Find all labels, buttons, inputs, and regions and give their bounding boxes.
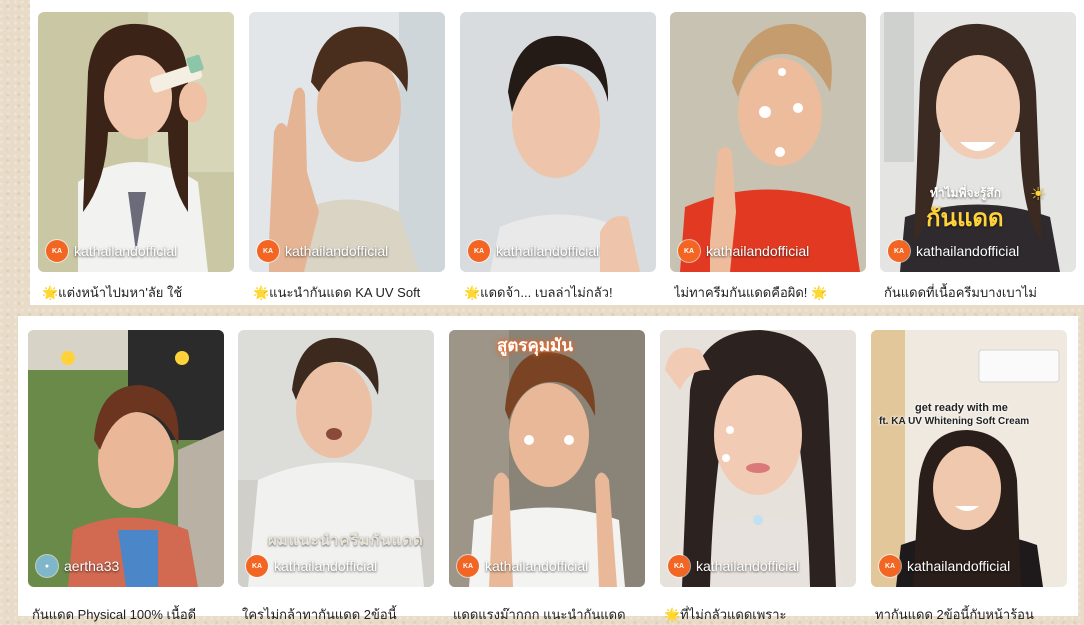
video-caption[interactable]: ไม่ทาครีมกันแดดคือผิด! 🌟	[674, 282, 874, 303]
brand-avatar-icon: KA	[879, 555, 901, 577]
account-name: kathailandofficial	[485, 558, 589, 574]
video-caption[interactable]: ทากันแดด 2ข้อนี้กับหน้าร้อน	[875, 604, 1075, 625]
account-label: KA kathailandofficial	[678, 240, 809, 262]
video-thumbnail[interactable]: KA kathailandofficial	[460, 12, 656, 272]
account-label: KA kathailandofficial	[668, 555, 799, 577]
brand-avatar-icon: KA	[257, 240, 279, 262]
video-thumbnail[interactable]: KA kathailandofficial	[660, 330, 856, 587]
video-thumbnail[interactable]: get ready with me ft. KA UV Whitening So…	[871, 330, 1067, 587]
account-label: KA kathailandofficial	[879, 555, 1010, 577]
video-row-1: KA kathailandofficial 🌟แต่งหน้าไปมหา'ลัย…	[30, 0, 1084, 305]
video-thumbnail[interactable]: ● aertha33	[28, 330, 224, 587]
brand-avatar-icon: KA	[678, 240, 700, 262]
video-thumbnail[interactable]: สูตรคุมมัน KA kathailandofficial	[449, 330, 645, 587]
thumbnail-image	[38, 12, 234, 272]
thumbnail-image	[871, 330, 1067, 587]
overlay-text-top: สูตรคุมมัน	[497, 336, 573, 355]
overlay-text: ผมแนะนำครีมกันแดด	[268, 532, 424, 549]
account-name: kathailandofficial	[916, 243, 1020, 259]
video-caption[interactable]: แดดแรงม๊ากกก แนะนำกันแดด	[453, 604, 653, 625]
account-label: KA kathailandofficial	[888, 240, 1019, 262]
account-name: kathailandofficial	[696, 558, 800, 574]
brand-avatar-icon: KA	[246, 555, 268, 577]
account-label: KA kathailandofficial	[468, 240, 599, 262]
account-name: kathailandofficial	[907, 558, 1011, 574]
video-caption[interactable]: 🌟ที่ไม่กลัวแดดเพราะ	[664, 604, 864, 625]
account-name: kathailandofficial	[74, 243, 178, 259]
brand-avatar-icon: KA	[888, 240, 910, 262]
overlay-text-big: กันแดด	[926, 205, 1004, 232]
account-label: KA kathailandofficial	[46, 240, 177, 262]
account-label: KA kathailandofficial	[457, 555, 588, 577]
brand-avatar-icon: KA	[46, 240, 68, 262]
video-caption[interactable]: 🌟แต่งหน้าไปมหา'ลัย ใช้	[42, 282, 242, 303]
overlay-text-line2: ft. KA UV Whitening Soft Cream	[879, 416, 1030, 427]
user-avatar-icon: ●	[36, 555, 58, 577]
video-caption[interactable]: กันแดดที่เนื้อครีมบางเบาไม่	[884, 282, 1084, 303]
thumbnail-image	[249, 12, 445, 272]
video-caption[interactable]: กันแดด Physical 100% เนื้อดี	[32, 604, 232, 625]
video-thumbnail[interactable]: KA kathailandofficial	[38, 12, 234, 272]
account-name: kathailandofficial	[274, 558, 378, 574]
account-name: kathailandofficial	[706, 243, 810, 259]
video-thumbnail[interactable]: KA kathailandofficial	[249, 12, 445, 272]
video-caption[interactable]: 🌟แดดจ้า... เบลล่าไม่กลัว!	[464, 282, 664, 303]
account-name: aertha33	[64, 558, 120, 574]
video-thumbnail[interactable]: KA kathailandofficial	[670, 12, 866, 272]
thumbnail-image	[460, 12, 656, 272]
account-label: ● aertha33	[36, 555, 119, 577]
thumbnail-image	[670, 12, 866, 272]
video-caption[interactable]: 🌟แนะนำกันแดด KA UV Soft	[253, 282, 453, 303]
video-thumbnail[interactable]: ผมแนะนำครีมกันแดด KA kathailandofficial	[238, 330, 434, 587]
brand-avatar-icon: KA	[457, 555, 479, 577]
overlay-text-line1: get ready with me	[915, 402, 1008, 414]
thumbnail-image	[449, 330, 645, 587]
video-thumbnail[interactable]: ทำไมพี่จะรู้สึก กันแดด ☀ KA kathailandof…	[880, 12, 1076, 272]
thumbnail-image	[660, 330, 856, 587]
account-name: kathailandofficial	[285, 243, 389, 259]
account-label: KA kathailandofficial	[257, 240, 388, 262]
sun-icon: ☀	[1030, 184, 1047, 204]
brand-avatar-icon: KA	[468, 240, 490, 262]
brand-avatar-icon: KA	[668, 555, 690, 577]
video-row-2: ● aertha33 กันแดด Physical 100% เนื้อดี …	[18, 316, 1078, 622]
thumbnail-image	[28, 330, 224, 587]
video-caption[interactable]: ใครไม่กล้าทากันแดด 2ข้อนี้	[242, 604, 442, 625]
account-name: kathailandofficial	[496, 243, 600, 259]
account-label: KA kathailandofficial	[246, 555, 377, 577]
